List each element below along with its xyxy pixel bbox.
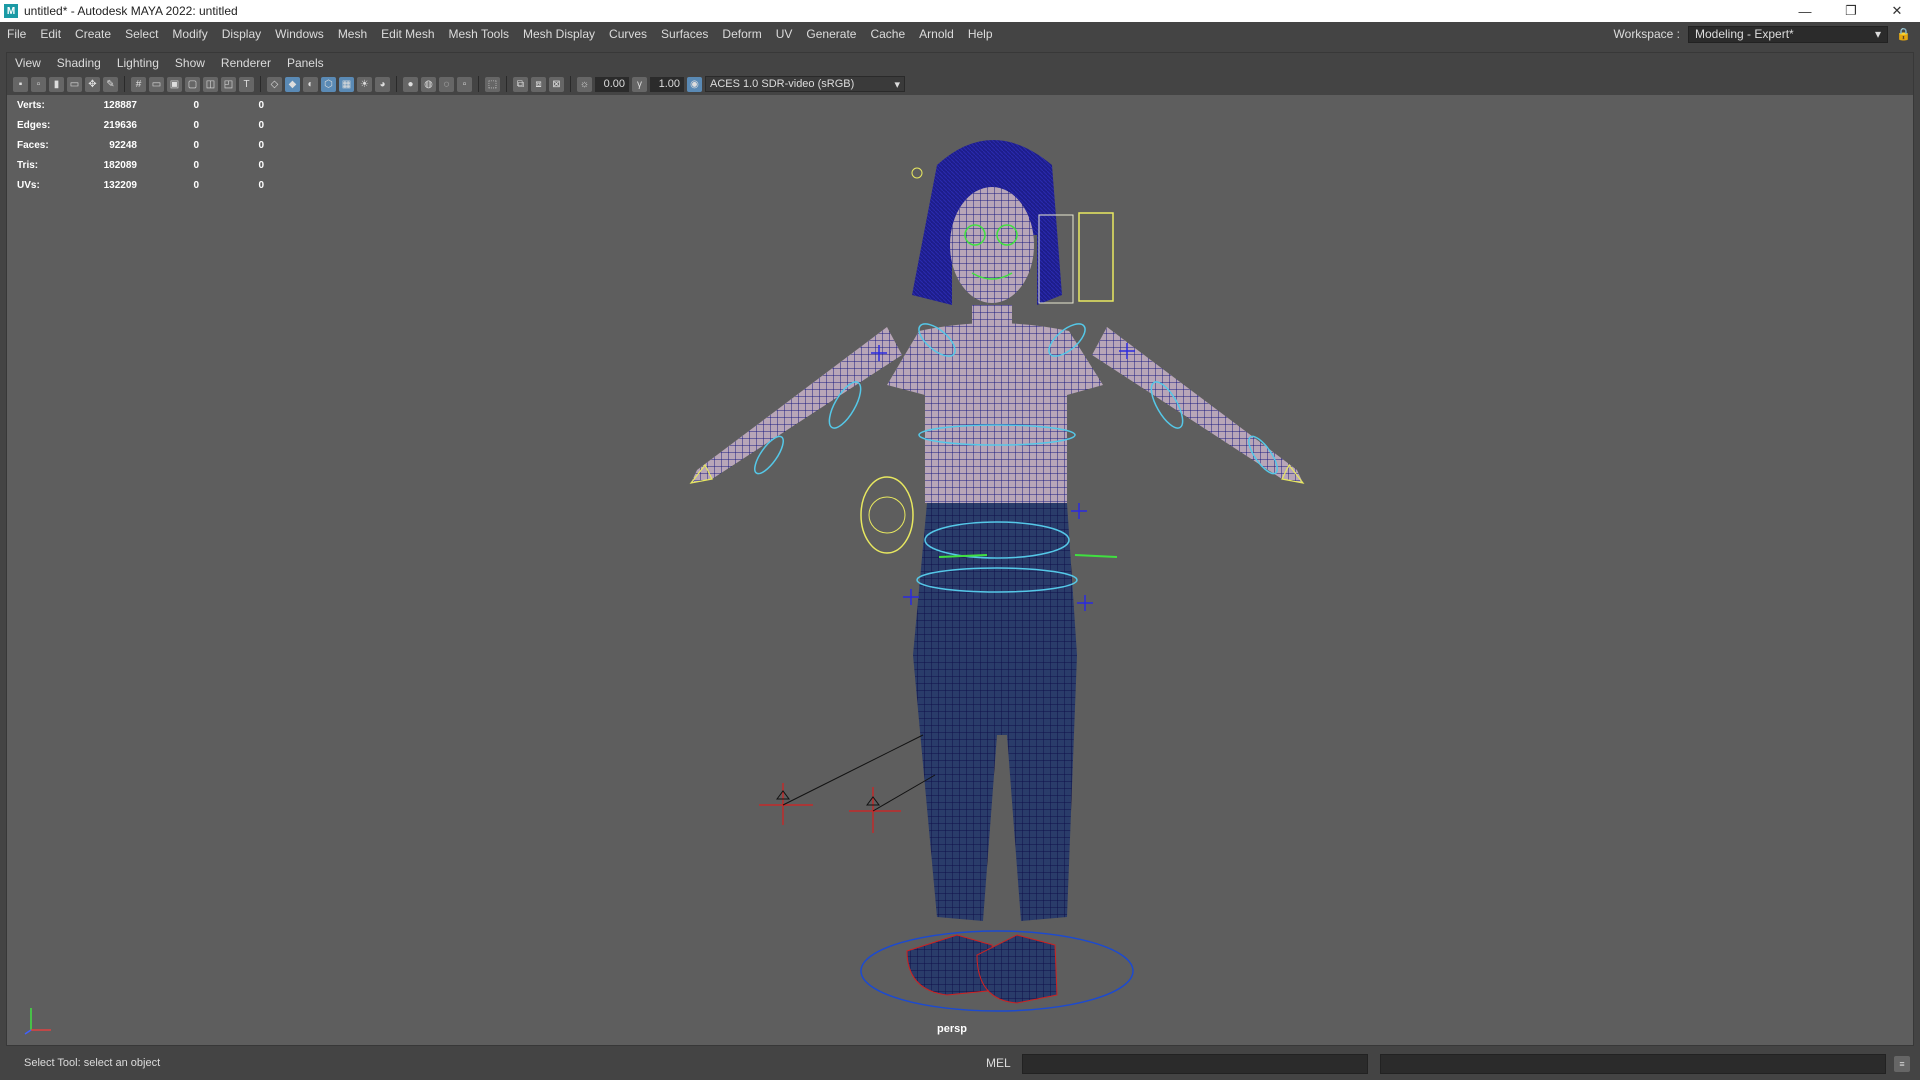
menu-edit-mesh[interactable]: Edit Mesh xyxy=(374,27,441,41)
camera-attributes-icon[interactable]: ▫ xyxy=(31,76,46,92)
menu-display[interactable]: Display xyxy=(215,27,268,41)
help-line: Select Tool: select an object xyxy=(24,1057,161,1069)
command-line-input[interactable] xyxy=(1022,1054,1368,1074)
color-management-icon[interactable]: ◉ xyxy=(687,76,702,92)
3d-viewport[interactable]: Verts: 128887 0 0 Edges: 219636 0 0 Face… xyxy=(7,95,1913,1045)
camera-select-icon[interactable]: ▪ xyxy=(13,76,28,92)
screen-space-ao-icon[interactable]: ● xyxy=(403,76,418,92)
command-result-field xyxy=(1380,1054,1886,1074)
motion-blur-icon[interactable]: ◍ xyxy=(421,76,436,92)
workspace-selector: Workspace : Modeling - Expert* ▾ 🔒 xyxy=(1613,22,1911,46)
menu-generate[interactable]: Generate xyxy=(799,27,863,41)
film-gate-icon[interactable]: ▭ xyxy=(149,76,164,92)
title-bar: M untitled* - Autodesk MAYA 2022: untitl… xyxy=(0,0,1920,22)
gamma-field[interactable]: 1.00 xyxy=(650,76,684,92)
gamma-icon[interactable]: γ xyxy=(632,76,647,92)
panel-menu-renderer[interactable]: Renderer xyxy=(213,56,279,70)
menu-help[interactable]: Help xyxy=(961,27,1000,41)
panel-menu-show[interactable]: Show xyxy=(167,56,213,70)
menu-windows[interactable]: Windows xyxy=(268,27,331,41)
gate-mask-icon[interactable]: ▢ xyxy=(185,76,200,92)
restore-button[interactable]: ❐ xyxy=(1828,0,1874,22)
panel-menu-panels[interactable]: Panels xyxy=(279,56,332,70)
xray-joints-icon[interactable]: ⊠ xyxy=(549,76,564,92)
lock-icon[interactable]: 🔒 xyxy=(1896,27,1911,41)
toolbar-divider xyxy=(260,76,261,92)
safe-action-icon[interactable]: ◰ xyxy=(221,76,236,92)
main-menu-bar: File Edit Create Select Modify Display W… xyxy=(0,22,1920,46)
menu-uv[interactable]: UV xyxy=(769,27,800,41)
chevron-down-icon: ▾ xyxy=(894,78,900,91)
panel-menu-bar: View Shading Lighting Show Renderer Pane… xyxy=(7,53,1913,73)
toolbar-divider xyxy=(506,76,507,92)
workspace-dropdown[interactable]: Modeling - Expert* ▾ xyxy=(1688,25,1888,43)
camera-name-label: persp xyxy=(937,1023,967,1035)
character-rig-render xyxy=(689,140,1305,1012)
panel-menu-shading[interactable]: Shading xyxy=(49,56,109,70)
menu-deform[interactable]: Deform xyxy=(715,27,768,41)
status-bar: Select Tool: select an object MEL ≡ xyxy=(0,1046,1920,1080)
menu-modify[interactable]: Modify xyxy=(165,27,214,41)
resolution-gate-icon[interactable]: ▣ xyxy=(167,76,182,92)
smooth-shade-icon[interactable]: ◆ xyxy=(285,76,300,92)
script-editor-icon[interactable]: ≡ xyxy=(1894,1056,1910,1072)
two-d-pan-icon[interactable]: ✥ xyxy=(85,76,100,92)
script-language-toggle[interactable]: MEL xyxy=(986,1056,1011,1070)
grease-pencil-icon[interactable]: ✎ xyxy=(103,76,118,92)
wireframe-on-shaded-icon[interactable]: ⬡ xyxy=(321,76,336,92)
wireframe-icon[interactable]: ◇ xyxy=(267,76,282,92)
viewport-panel: View Shading Lighting Show Renderer Pane… xyxy=(6,52,1914,1046)
field-chart-icon[interactable]: ◫ xyxy=(203,76,218,92)
exposure-field[interactable]: 0.00 xyxy=(595,76,629,92)
safe-title-icon[interactable]: T xyxy=(239,76,254,92)
chevron-down-icon: ▾ xyxy=(1874,27,1881,41)
view-axis-icon xyxy=(24,1008,51,1035)
menu-surfaces[interactable]: Surfaces xyxy=(654,27,715,41)
menu-curves[interactable]: Curves xyxy=(602,27,654,41)
anti-aliasing-icon[interactable]: ◌ xyxy=(439,76,454,92)
panel-menu-lighting[interactable]: Lighting xyxy=(109,56,167,70)
menu-cache[interactable]: Cache xyxy=(863,27,912,41)
minimize-button[interactable]: — xyxy=(1782,0,1828,22)
toolbar-divider xyxy=(396,76,397,92)
menu-mesh-tools[interactable]: Mesh Tools xyxy=(442,27,516,41)
toolbar-divider xyxy=(570,76,571,92)
default-material-icon[interactable]: ◐ xyxy=(303,76,318,92)
exposure-icon[interactable]: ☼ xyxy=(577,76,592,92)
color-space-value: ACES 1.0 SDR-video (sRGB) xyxy=(710,78,855,90)
bookmark-icon[interactable]: ▮ xyxy=(49,76,64,92)
workspace-value: Modeling - Expert* xyxy=(1695,27,1794,41)
panel-toolbar: ▪ ▫ ▮ ▭ ✥ ✎ # ▭ ▣ ▢ ◫ ◰ T ◇ ◆ ◐ ⬡ ▦ ☀ ◕ … xyxy=(7,73,1913,95)
menu-mesh-display[interactable]: Mesh Display xyxy=(516,27,602,41)
maya-logo-icon: M xyxy=(4,4,18,18)
menu-file[interactable]: File xyxy=(0,27,33,41)
toolbar-divider xyxy=(478,76,479,92)
menu-select[interactable]: Select xyxy=(118,27,165,41)
xray-active-icon[interactable]: ⧈ xyxy=(531,76,546,92)
use-all-lights-icon[interactable]: ☀ xyxy=(357,76,372,92)
workspace-label: Workspace : xyxy=(1613,27,1680,41)
grid-icon[interactable]: # xyxy=(131,76,146,92)
window-title: untitled* - Autodesk MAYA 2022: untitled xyxy=(24,4,238,18)
menu-create[interactable]: Create xyxy=(68,27,118,41)
face-ctrl-board xyxy=(1078,212,1114,302)
close-button[interactable]: ✕ xyxy=(1874,0,1920,22)
toolbar-divider xyxy=(124,76,125,92)
image-plane-icon[interactable]: ▭ xyxy=(67,76,82,92)
panel-menu-view[interactable]: View xyxy=(7,56,49,70)
textured-icon[interactable]: ▦ xyxy=(339,76,354,92)
depth-of-field-icon[interactable]: ▫ xyxy=(457,76,472,92)
xray-icon[interactable]: ⧉ xyxy=(513,76,528,92)
shadows-icon[interactable]: ◕ xyxy=(375,76,390,92)
menu-arnold[interactable]: Arnold xyxy=(912,27,961,41)
menu-mesh[interactable]: Mesh xyxy=(331,27,374,41)
color-space-dropdown[interactable]: ACES 1.0 SDR-video (sRGB) ▾ xyxy=(705,76,905,92)
isolate-select-icon[interactable]: ⬚ xyxy=(485,76,500,92)
menu-edit[interactable]: Edit xyxy=(33,27,68,41)
